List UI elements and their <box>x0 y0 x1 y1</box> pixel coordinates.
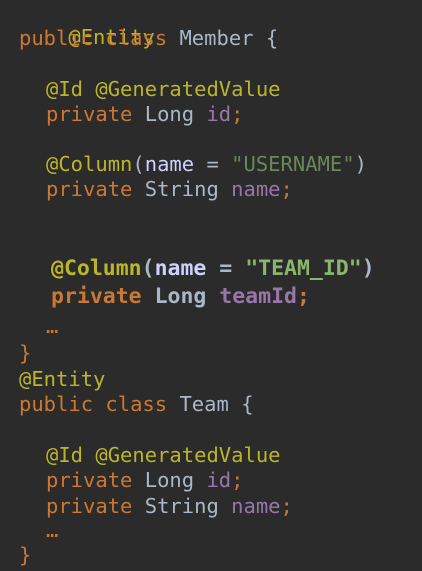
keyword-private: private <box>46 494 133 518</box>
type-string: String <box>144 494 219 518</box>
open-paren: ( <box>132 152 145 176</box>
keyword-private: private <box>51 284 142 309</box>
code-line-team-name-field: private String name; <box>46 494 293 518</box>
class-name-team: Team <box>179 392 229 416</box>
code-line-team-id-ann: @Id @GeneratedValue <box>46 443 281 467</box>
code-line-close-1: } <box>19 341 31 365</box>
semicolon: ; <box>280 494 293 518</box>
code-editor[interactable]: @Entity public class Member { @Id @Gener… <box>0 0 422 571</box>
code-line-4: @Id @GeneratedValue <box>46 77 281 101</box>
close-brace: } <box>19 543 32 567</box>
entity-annotation: @Entity <box>19 367 106 391</box>
code-line-team-id-field: private Long id; <box>46 468 244 492</box>
type-string: String <box>144 177 219 201</box>
keyword-public: public <box>19 26 94 50</box>
column-annotation: @Column <box>46 152 133 176</box>
string-team-id: "TEAM_ID" <box>245 256 362 281</box>
type-long: Long <box>154 284 207 309</box>
close-paren: ) <box>354 152 367 176</box>
code-line-2: public class Member { <box>19 26 278 50</box>
code-line-team-entity: @Entity <box>19 367 105 391</box>
ellipsis: … <box>46 518 59 542</box>
id-annotations: @Id @GeneratedValue <box>46 443 281 467</box>
column-annotation: @Column <box>51 256 142 281</box>
equals: = <box>194 152 232 176</box>
semicolon: ; <box>231 102 244 126</box>
field-id: id <box>206 468 232 492</box>
keyword-private: private <box>46 468 133 492</box>
code-line-5: private Long id; <box>46 102 244 126</box>
ellipsis: … <box>46 314 59 338</box>
open-brace: { <box>265 26 279 50</box>
code-line-ellipsis-2: … <box>46 518 58 542</box>
keyword-private: private <box>46 177 133 201</box>
keyword-private: private <box>46 102 133 126</box>
field-id: id <box>206 102 232 126</box>
equals: = <box>206 256 246 281</box>
param-name: name <box>154 256 207 281</box>
open-paren: ( <box>141 256 155 281</box>
field-name: name <box>231 494 281 518</box>
keyword-public: public <box>19 392 94 416</box>
open-brace: { <box>241 392 254 416</box>
code-line-highlight-field: private Long teamId; <box>51 285 310 309</box>
type-long: Long <box>144 468 195 492</box>
id-annotations: @Id @GeneratedValue <box>46 77 281 101</box>
string-username: "USERNAME" <box>231 152 355 176</box>
code-line-team-class: public class Team { <box>19 392 254 416</box>
code-line-close-2: } <box>19 543 31 567</box>
param-name: name <box>144 152 195 176</box>
field-name: name <box>231 177 281 201</box>
type-long: Long <box>144 102 195 126</box>
semicolon: ; <box>280 177 293 201</box>
code-line-ellipsis-1: … <box>46 314 58 338</box>
keyword-class: class <box>105 392 168 416</box>
keyword-class: class <box>105 26 168 50</box>
close-brace: } <box>19 341 32 365</box>
semicolon: ; <box>231 468 244 492</box>
code-line-8: private String name; <box>46 177 293 201</box>
field-team-id: teamId <box>219 284 297 309</box>
code-line-7: @Column(name = "USERNAME") <box>46 152 367 176</box>
semicolon: ; <box>296 284 310 309</box>
code-line-highlight-column: @Column(name = "TEAM_ID") <box>51 257 375 281</box>
class-name-member: Member <box>179 26 254 50</box>
close-paren: ) <box>361 256 375 281</box>
